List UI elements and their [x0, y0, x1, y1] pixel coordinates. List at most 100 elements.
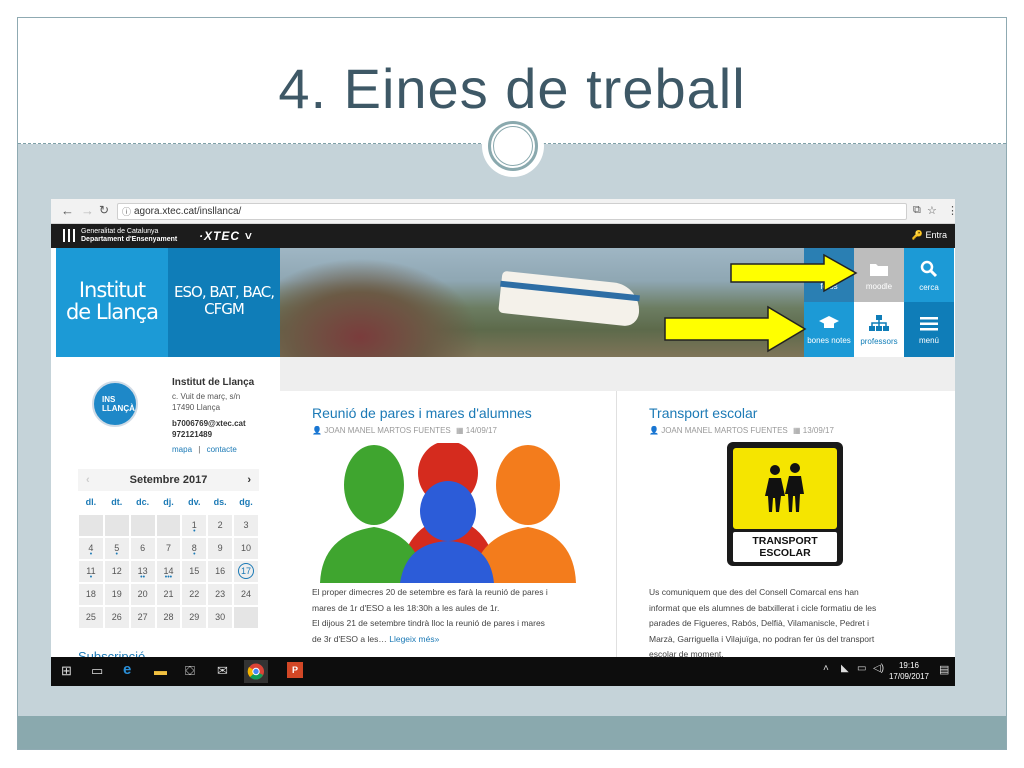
login-link[interactable]: 🔑 Entra [912, 230, 947, 241]
forward-icon[interactable]: → [81, 203, 94, 218]
address-bar[interactable]: ⓘ agora.xtec.cat/insllanca/ [117, 203, 907, 220]
calendar-day[interactable]: 7 [155, 537, 182, 560]
powerpoint-icon[interactable]: P [287, 662, 303, 678]
calendar-day[interactable]: 14 ••• [155, 560, 182, 583]
calendar-day[interactable]: 10 [233, 537, 259, 560]
tile-cerca[interactable]: cerca [904, 248, 954, 302]
tile-menu[interactable]: menú [904, 302, 954, 357]
calendar-day[interactable]: 18 [78, 583, 104, 606]
school-name-block[interactable]: Institut de Llança [56, 248, 168, 357]
calendar-day-number: 21 [163, 589, 174, 599]
info-icon[interactable]: ⓘ [122, 205, 131, 220]
calendar-day[interactable]: 26 [103, 606, 130, 629]
calendar-day[interactable]: 16 [207, 560, 234, 583]
arrow-to-moodle [730, 253, 858, 293]
calendar-day[interactable]: 13 •• [129, 560, 156, 583]
school-levels-block: ESO, BAT, BAC, CFGM [168, 248, 280, 357]
calendar-day[interactable]: 29 [181, 606, 208, 629]
contact-link[interactable]: contacte [207, 445, 237, 454]
screenshot: ← → ↻ ⓘ agora.xtec.cat/insllanca/ ⧉ ☆ ⋮ … [51, 199, 955, 686]
calendar-day[interactable]: 28 [155, 606, 182, 629]
calendar-day[interactable]: 22 [181, 583, 208, 606]
school-logo[interactable]: INS LLANÇÀ [92, 381, 138, 427]
post-card: Reunió de pares i mares d'alumnes 👤 JOAN… [280, 391, 616, 657]
post-title[interactable]: Transport escolar [649, 405, 757, 421]
calendar-day-number: 26 [111, 612, 122, 622]
tile-bones-notes[interactable]: bones notes [804, 302, 854, 357]
calendar-day[interactable]: 17 [233, 560, 259, 583]
school-info-name: Institut de Llança [172, 377, 255, 388]
notifications-icon[interactable]: ▤ [939, 663, 949, 676]
post-author: JOAN MANEL MARTOS FUENTES [324, 426, 451, 435]
calendar-week-row: 18 19 20 21 22 23 24 [78, 583, 259, 606]
calendar-next-button[interactable]: › [247, 469, 251, 491]
mail-icon[interactable]: ✉ [217, 663, 228, 679]
calendar-day[interactable]: 6 [129, 537, 156, 560]
calendar-day[interactable]: 15 [181, 560, 208, 583]
calendar-day[interactable]: 4 • [78, 537, 104, 560]
sign-text: TRANSPORT ESCOLAR [733, 532, 837, 562]
back-icon[interactable]: ← [61, 203, 74, 218]
post-title[interactable]: Reunió de pares i mares d'alumnes [312, 405, 532, 421]
tile-moodle[interactable]: moodle [854, 248, 904, 302]
calendar-day[interactable]: 21 [155, 583, 182, 606]
post-card: Transport escolar 👤 JOAN MANEL MARTOS FU… [616, 391, 955, 659]
calendar-day[interactable]: 27 [129, 606, 156, 629]
more-icon[interactable]: ⋮ [947, 204, 955, 217]
edge-browser-icon[interactable]: e [123, 661, 131, 678]
calendar-day[interactable]: 25 [78, 606, 104, 629]
taskbar-clock[interactable]: 19:16 17/09/2017 [889, 660, 929, 682]
calendar-day[interactable]: 30 [207, 606, 234, 629]
tray-chevron-icon[interactable]: ˄ [823, 663, 829, 674]
file-explorer-icon[interactable]: ▬ [154, 663, 167, 678]
menu-icon [904, 314, 954, 336]
task-view-icon[interactable]: ▭ [91, 663, 103, 679]
calendar-day[interactable]: 2 [207, 514, 234, 537]
chrome-icon[interactable] [244, 660, 268, 683]
post-line: El proper dimecres 20 de setembre es far… [312, 587, 548, 597]
tile-label: cerca [919, 283, 939, 292]
windows-start-icon[interactable]: ⊞ [61, 663, 72, 679]
calendar-dow-row: dl. dt. dc. dj. dv. ds. dg. [78, 491, 259, 514]
generalitat-text[interactable]: Generalitat de Catalunya Departament d'E… [81, 228, 177, 244]
calendar-day-number: 15 [189, 566, 200, 576]
battery-icon[interactable]: ▭ [857, 663, 866, 674]
calendar-day[interactable]: 1 • [181, 514, 208, 537]
tile-professors[interactable]: professors [854, 302, 904, 357]
school-email[interactable]: b7006769@xtec.cat [172, 418, 254, 429]
calendar-day[interactable]: 8 • [181, 537, 208, 560]
calendar-empty-cell [103, 514, 130, 537]
ring-ornament-inner [493, 126, 533, 166]
calendar-day[interactable]: 19 [103, 583, 130, 606]
key-icon: 🔑 [911, 230, 923, 240]
calendar-day[interactable]: 11 • [78, 560, 104, 583]
xtec-logo[interactable]: ·XTEC ˅ [199, 229, 252, 243]
calendar-dow: dg. [233, 491, 259, 514]
calendar-day[interactable]: 9 [207, 537, 234, 560]
reload-icon[interactable]: ↻ [99, 203, 109, 217]
calendar-day[interactable]: 12 [103, 560, 130, 583]
graduation-cap-icon [804, 314, 854, 336]
read-more-link[interactable]: Llegeix més» [389, 634, 439, 644]
calendar-day[interactable]: 23 [207, 583, 234, 606]
calendar-day-number: 10 [240, 543, 251, 553]
volume-icon[interactable]: ◁) [873, 663, 884, 674]
network-icon[interactable]: ◣ [841, 663, 849, 674]
calendar-empty-cell [78, 514, 104, 537]
calendar-day[interactable]: 3 [233, 514, 259, 537]
levels-line2: CFGM [204, 300, 245, 318]
translate-icon[interactable]: ⧉ [913, 204, 921, 217]
calendar-day[interactable]: 5 • [103, 537, 130, 560]
map-link[interactable]: mapa [172, 445, 192, 454]
post-line: Us comuniquem que des del Consell Comarc… [649, 587, 859, 597]
calendar-day-number: 30 [215, 612, 226, 622]
calendar-day-number: 23 [215, 589, 226, 599]
calendar-day-number: 19 [111, 589, 122, 599]
store-icon[interactable]: ⛋ [185, 663, 195, 679]
calendar-day[interactable]: 20 [129, 583, 156, 606]
event-dot-icon: • [193, 551, 196, 558]
star-icon[interactable]: ☆ [927, 204, 937, 217]
calendar-day[interactable]: 24 [233, 583, 259, 606]
calendar-prev-button[interactable]: ‹ [86, 469, 90, 491]
search-icon [904, 260, 954, 283]
